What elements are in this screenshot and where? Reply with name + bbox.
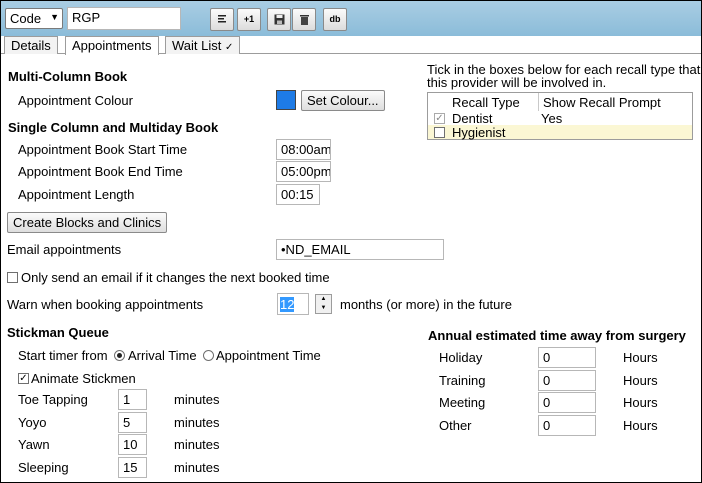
sleeping-unit: minutes — [174, 460, 220, 475]
warn-label: Warn when booking appointments — [7, 297, 204, 312]
check-mark-icon: ✓ — [224, 42, 234, 53]
email-template-input[interactable]: •ND_EMAIL — [276, 239, 444, 260]
appointment-length-label: Appointment Length — [18, 187, 135, 202]
end-time-label: Appointment Book End Time — [18, 164, 183, 179]
warn-months-spinner[interactable]: ▲ ▼ — [315, 294, 332, 314]
other-label: Other — [439, 418, 472, 433]
appointments-settings-window: Code ▼ RGP +1 db Details Appointments Wa… — [0, 0, 702, 483]
only-send-checkbox[interactable] — [7, 272, 18, 283]
tab-wait-list-label: Wait List — [172, 38, 222, 53]
other-unit: Hours — [623, 418, 658, 433]
yoyo-unit: minutes — [174, 415, 220, 430]
single-column-heading: Single Column and Multiday Book — [8, 120, 219, 135]
search-type-select[interactable]: Code ▼ — [5, 8, 63, 29]
trash-icon — [299, 15, 309, 25]
arrival-time-label: Arrival Time — [128, 348, 197, 363]
recall-row-dentist[interactable]: ✓ Dentist Yes — [428, 111, 692, 126]
set-colour-button[interactable]: Set Colour... — [301, 90, 385, 111]
yoyo-input[interactable]: 5 — [118, 412, 147, 433]
toe-tapping-input[interactable]: 1 — [118, 389, 147, 410]
start-time-label: Appointment Book Start Time — [18, 142, 188, 157]
recall-type-column-header: Recall Type — [452, 95, 520, 110]
recall-type-cell: Hygienist — [452, 125, 506, 140]
meeting-unit: Hours — [623, 395, 658, 410]
recall-grid: Recall Type Show Recall Prompt ✓ Dentist… — [427, 92, 693, 140]
yoyo-label: Yoyo — [18, 415, 47, 430]
delete-button[interactable] — [292, 8, 316, 31]
animate-stickmen-checkbox[interactable]: ✓ — [18, 373, 29, 384]
align-button[interactable] — [210, 8, 234, 31]
meeting-input[interactable]: 0 — [538, 392, 596, 413]
start-timer-label: Start timer from — [18, 348, 108, 363]
warn-months-input[interactable]: 12 — [277, 293, 309, 315]
toe-tapping-label: Toe Tapping — [18, 392, 88, 407]
database-button[interactable]: db — [323, 8, 347, 31]
recall-prompt-cell: Yes — [541, 111, 563, 126]
save-button[interactable] — [267, 8, 291, 31]
warn-months-value: 12 — [280, 297, 295, 312]
spin-up-icon[interactable]: ▲ — [316, 295, 331, 304]
spin-down-icon[interactable]: ▼ — [316, 304, 331, 313]
recall-row-hygienist[interactable]: Hygienist — [428, 125, 692, 140]
meeting-label: Meeting — [439, 395, 486, 410]
tab-details[interactable]: Details — [4, 36, 58, 54]
dentist-checkbox[interactable]: ✓ — [434, 113, 445, 124]
holiday-input[interactable]: 0 — [538, 347, 596, 368]
appointment-time-radio[interactable] — [203, 350, 214, 361]
appointment-colour-label: Appointment Colour — [18, 93, 133, 108]
yawn-label: Yawn — [18, 437, 50, 452]
appointment-time-label: Appointment Time — [216, 348, 321, 363]
appointment-length-input[interactable]: 00:15 — [276, 184, 320, 205]
away-heading: Annual estimated time away from surgery — [428, 328, 686, 343]
tab-appointments[interactable]: Appointments — [65, 36, 159, 55]
toolbar: Code ▼ RGP +1 db — [1, 1, 701, 36]
search-type-value: Code — [10, 11, 42, 26]
training-label: Training — [439, 373, 486, 388]
only-send-label: Only send an email if it changes the nex… — [21, 270, 330, 285]
appointment-colour-swatch[interactable] — [276, 90, 296, 110]
holiday-unit: Hours — [623, 350, 658, 365]
recall-instructions-line2: this provider will be involved in. — [427, 75, 607, 90]
tab-wait-list[interactable]: Wait List ✓ — [165, 36, 241, 54]
create-blocks-button[interactable]: Create Blocks and Clinics — [7, 212, 168, 233]
search-input[interactable]: RGP — [67, 7, 181, 30]
warn-suffix-label: months (or more) in the future — [340, 297, 512, 312]
arrival-time-radio[interactable] — [114, 350, 125, 361]
multi-column-heading: Multi-Column Book — [8, 69, 128, 84]
yawn-input[interactable]: 10 — [118, 434, 147, 455]
increment-button[interactable]: +1 — [237, 8, 261, 31]
floppy-disk-icon — [274, 14, 284, 25]
email-appointments-label: Email appointments — [7, 242, 122, 257]
tab-strip: Details Appointments Wait List ✓ — [1, 36, 701, 55]
yawn-unit: minutes — [174, 437, 220, 452]
chevron-down-icon: ▼ — [50, 12, 59, 22]
end-time-input[interactable]: 05:00pm — [276, 161, 331, 182]
training-input[interactable]: 0 — [538, 370, 596, 391]
align-left-icon — [218, 15, 226, 23]
recall-type-cell: Dentist — [452, 111, 493, 126]
start-time-input[interactable]: 08:00am — [276, 139, 331, 160]
show-prompt-column-header: Show Recall Prompt — [543, 95, 661, 110]
header-divider — [538, 93, 539, 111]
holiday-label: Holiday — [439, 350, 483, 365]
stickman-heading: Stickman Queue — [7, 325, 109, 340]
animate-stickmen-label: Animate Stickmen — [31, 371, 136, 386]
training-unit: Hours — [623, 373, 658, 388]
sleeping-input[interactable]: 15 — [118, 457, 147, 478]
hygienist-checkbox[interactable] — [434, 127, 445, 138]
other-input[interactable]: 0 — [538, 415, 596, 436]
toe-tapping-unit: minutes — [174, 392, 220, 407]
sleeping-label: Sleeping — [18, 460, 69, 475]
